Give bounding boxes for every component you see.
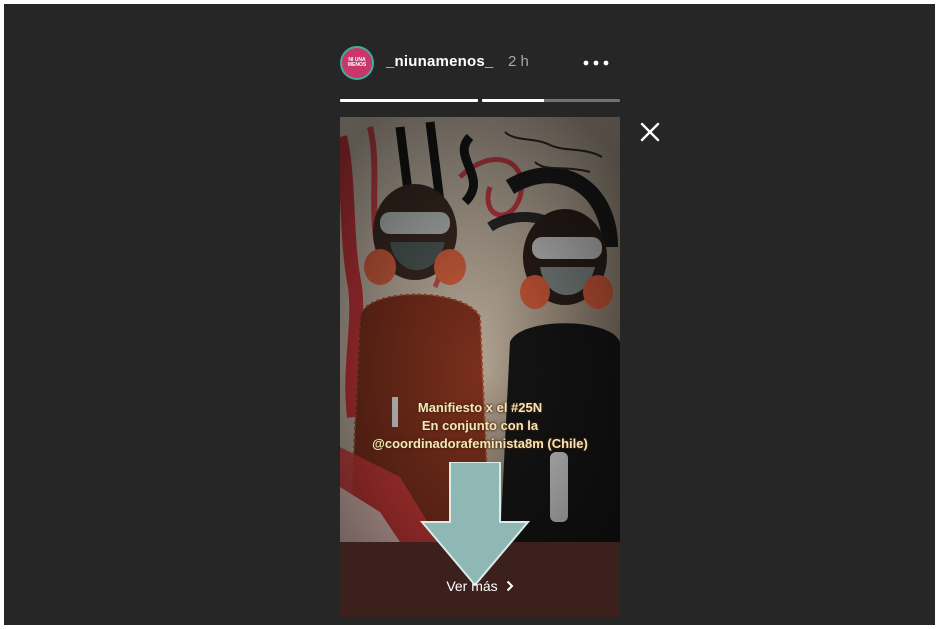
story-caption: Manifiesto x el #25N En conjunto con la … (340, 399, 620, 453)
progress-fill (482, 99, 545, 102)
close-icon (640, 122, 660, 142)
caption-mention-link[interactable]: @coordinadorafeminista8m (Chile) (340, 435, 620, 453)
see-more-label: Ver más (446, 578, 498, 594)
close-button[interactable] (636, 118, 664, 146)
down-arrow-icon (420, 462, 530, 587)
avatar[interactable]: NI UNA MENOS (340, 46, 374, 80)
timestamp: 2 h (508, 53, 529, 70)
story-media[interactable]: Manifiesto x el #25N En conjunto con la … (340, 117, 620, 617)
progress-track (482, 99, 620, 102)
avatar-logo-text: NI UNA MENOS (347, 57, 367, 68)
progress-track (340, 99, 478, 102)
username[interactable]: _niunamenos_ (386, 53, 493, 70)
progress-fill (340, 99, 478, 102)
more-options-button[interactable] (578, 46, 614, 80)
chevron-right-icon (506, 580, 514, 592)
caption-line: Manifiesto x el #25N (417, 400, 543, 415)
more-horizontal-icon (583, 60, 609, 66)
story-progress (340, 99, 620, 102)
story-header: NI UNA MENOS _niunamenos_ 2 h (338, 42, 628, 88)
see-more-button[interactable]: Ver más (340, 576, 620, 596)
story-viewer: NI UNA MENOS _niunamenos_ 2 h Manifiesto… (4, 4, 935, 625)
caption-line: En conjunto con la (421, 418, 539, 433)
